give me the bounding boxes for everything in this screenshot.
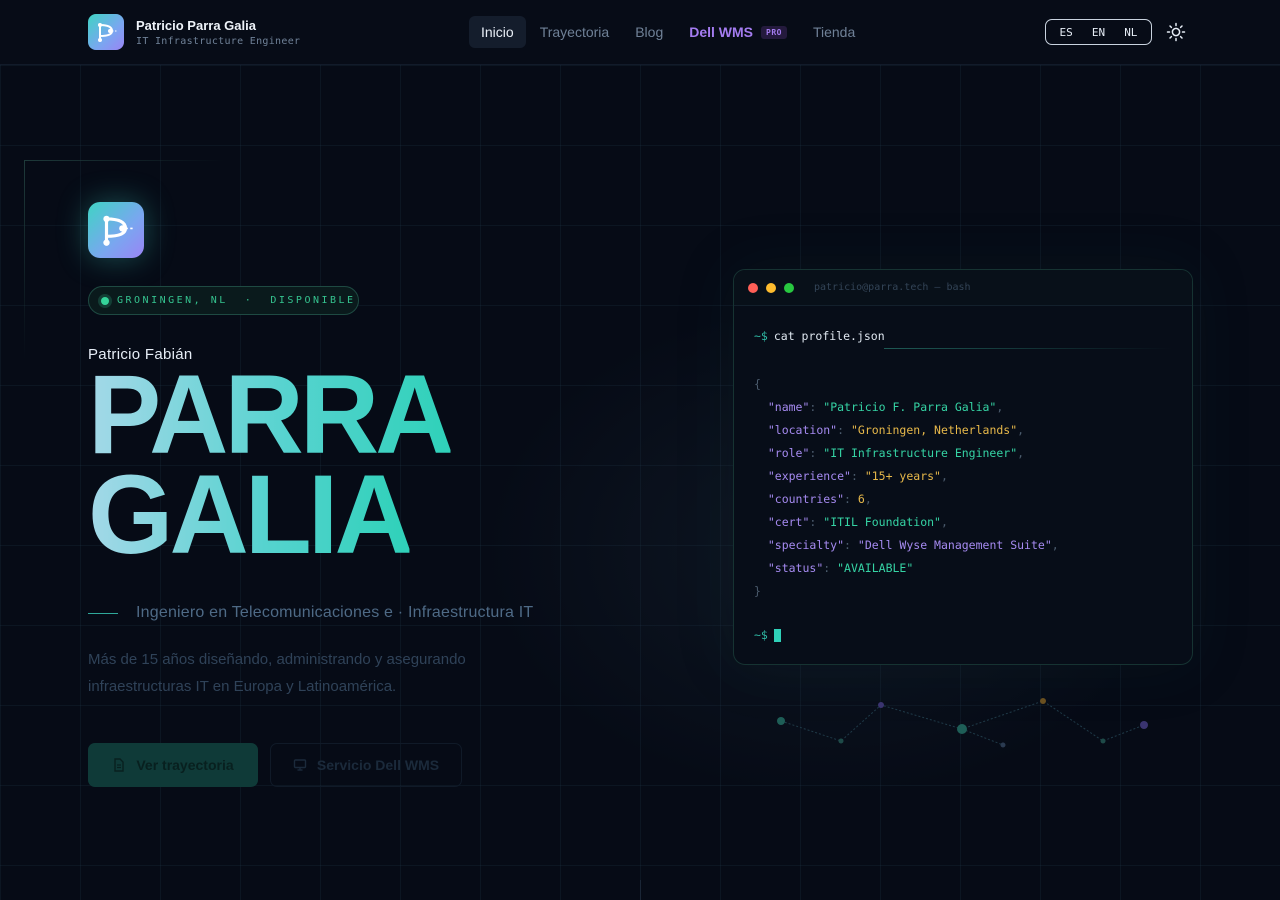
nav-item-dell-wms-label: Dell WMS (689, 24, 754, 40)
brand-subtitle: IT Infrastructure Engineer (136, 35, 301, 47)
json-comma: , (864, 492, 872, 506)
json-entry: "specialty": "Dell Wyse Management Suite… (754, 534, 1172, 557)
json-comma: , (1017, 446, 1025, 460)
prompt: ~$ (754, 628, 768, 642)
status-badge: GRONINGEN, NL · DISPONIBLE (88, 286, 359, 315)
json-comma: , (1051, 538, 1059, 552)
terminal-window: patricio@parra.tech — bash ~$ cat profil… (733, 269, 1193, 665)
servicio-dell-wms-label: Servicio Dell WMS (316, 757, 440, 773)
close-dot-icon (748, 282, 758, 293)
json-colon: : (809, 400, 824, 414)
lang-nl-button[interactable]: NL (1120, 24, 1141, 41)
hero-subtitle-row: Ingeniero en Telecomunicaciones e · Infr… (88, 604, 533, 622)
active-prompt-line: ~$ (754, 625, 1172, 645)
prompt: ~$ (754, 329, 768, 343)
json-value: "Dell Wyse Management Suite" (857, 538, 1052, 552)
nav-item-trayectoria[interactable]: Trayectoria (528, 16, 622, 48)
json-key: "countries" (767, 492, 845, 506)
main-nav: Inicio Trayectoria Blog Dell WMS PRO Tie… (469, 16, 867, 48)
hero-logo-icon (88, 202, 144, 258)
json-entry: "location": "Groningen, Netherlands", (754, 419, 1172, 442)
json-value: "Patricio F. Parra Galia" (823, 400, 997, 414)
json-colon: : (809, 515, 824, 529)
json-value: "15+ years" (864, 469, 941, 483)
minimize-dot-icon (766, 282, 776, 293)
terminal-title: patricio@parra.tech — bash (814, 282, 971, 293)
json-colon: : (844, 538, 858, 552)
json-key: "role" (767, 446, 810, 460)
json-value: 6 (857, 492, 865, 506)
lang-es-button[interactable]: ES (1056, 24, 1077, 41)
json-entry: "name": "Patricio F. Parra Galia", (754, 396, 1172, 419)
json-value: "Groningen, Netherlands" (850, 423, 1018, 437)
document-icon (114, 758, 125, 772)
nav-item-inicio[interactable]: Inicio (469, 16, 526, 48)
hero-last-name-line-2: GALIA (88, 452, 414, 577)
json-colon: : (837, 423, 851, 437)
brand-name: Patricio Parra Galia (136, 17, 256, 33)
nav-item-tienda[interactable]: Tienda (801, 16, 867, 48)
json-entry: "countries": 6, (754, 488, 1172, 511)
json-value: "ITIL Foundation" (823, 515, 941, 529)
ver-trayectoria-button[interactable]: Ver trayectoria (88, 743, 258, 787)
command: cat profile.json (773, 329, 885, 343)
subtitle-divider (88, 612, 118, 614)
status-text: GRONINGEN, NL · DISPONIBLE (117, 295, 356, 306)
json-value: "AVAILABLE" (837, 561, 914, 575)
json-key: "status" (767, 561, 824, 575)
json-key: "cert" (767, 515, 810, 529)
terminal-title-bar: patricio@parra.tech — bash (734, 270, 1192, 306)
json-key: "experience" (767, 469, 851, 483)
scroll-indicator (640, 880, 641, 900)
json-key: "name" (767, 400, 810, 414)
pro-badge: PRO (761, 25, 787, 39)
command-underline (884, 348, 1172, 349)
monitor-icon (293, 759, 307, 771)
json-colon: : (809, 446, 824, 460)
maximize-dot-icon (784, 282, 794, 293)
servicio-dell-wms-button[interactable]: Servicio Dell WMS (270, 743, 462, 787)
json-colon: : (823, 561, 838, 575)
json-comma: , (1017, 423, 1025, 437)
network-graph-decoration (777, 698, 1148, 748)
lang-en-button[interactable]: EN (1088, 24, 1109, 41)
corner-decoration (24, 160, 224, 161)
json-entry: "experience": "15+ years", (754, 465, 1172, 488)
terminal-body: ~$ cat profile.json { "name": "Patricio … (734, 306, 1192, 664)
json-entry: "cert": "ITIL Foundation", (754, 511, 1172, 534)
json-entry: "status": "AVAILABLE" (754, 557, 1172, 580)
json-colon: : (844, 492, 858, 506)
nav-item-dell-wms[interactable]: Dell WMS PRO (677, 16, 799, 48)
site-header: Patricio Parra Galia IT Infrastructure E… (0, 0, 1280, 65)
status-dot-icon (101, 296, 109, 305)
nav-item-blog[interactable]: Blog (623, 16, 675, 48)
json-entry: "role": "IT Infrastructure Engineer", (754, 442, 1172, 465)
json-colon: : (850, 469, 865, 483)
hero-description: Más de 15 años diseñando, administrando … (88, 651, 466, 695)
ver-trayectoria-label: Ver trayectoria (136, 757, 234, 773)
logo-icon (88, 14, 124, 50)
json-value: "IT Infrastructure Engineer" (823, 446, 1018, 460)
brand[interactable]: Patricio Parra Galia IT Infrastructure E… (88, 14, 300, 50)
hero-last-name-line-1: PARRA (88, 352, 454, 477)
json-open-brace: { (754, 377, 761, 391)
cursor-icon (773, 628, 781, 642)
sun-icon[interactable] (1166, 22, 1186, 42)
json-comma: , (996, 400, 1004, 414)
language-switcher: ES EN NL (1045, 19, 1152, 45)
json-key: "location" (767, 423, 838, 437)
json-comma: , (940, 469, 948, 483)
json-key: "specialty" (767, 538, 845, 552)
json-output: { "name": "Patricio F. Parra Galia", "lo… (754, 373, 1172, 603)
hero-subtitle: Ingeniero en Telecomunicaciones e · Infr… (136, 604, 534, 621)
command-line: ~$ cat profile.json (754, 326, 1172, 346)
json-comma: , (940, 515, 948, 529)
json-close-brace: } (754, 584, 761, 598)
corner-decoration-vertical (24, 160, 25, 360)
